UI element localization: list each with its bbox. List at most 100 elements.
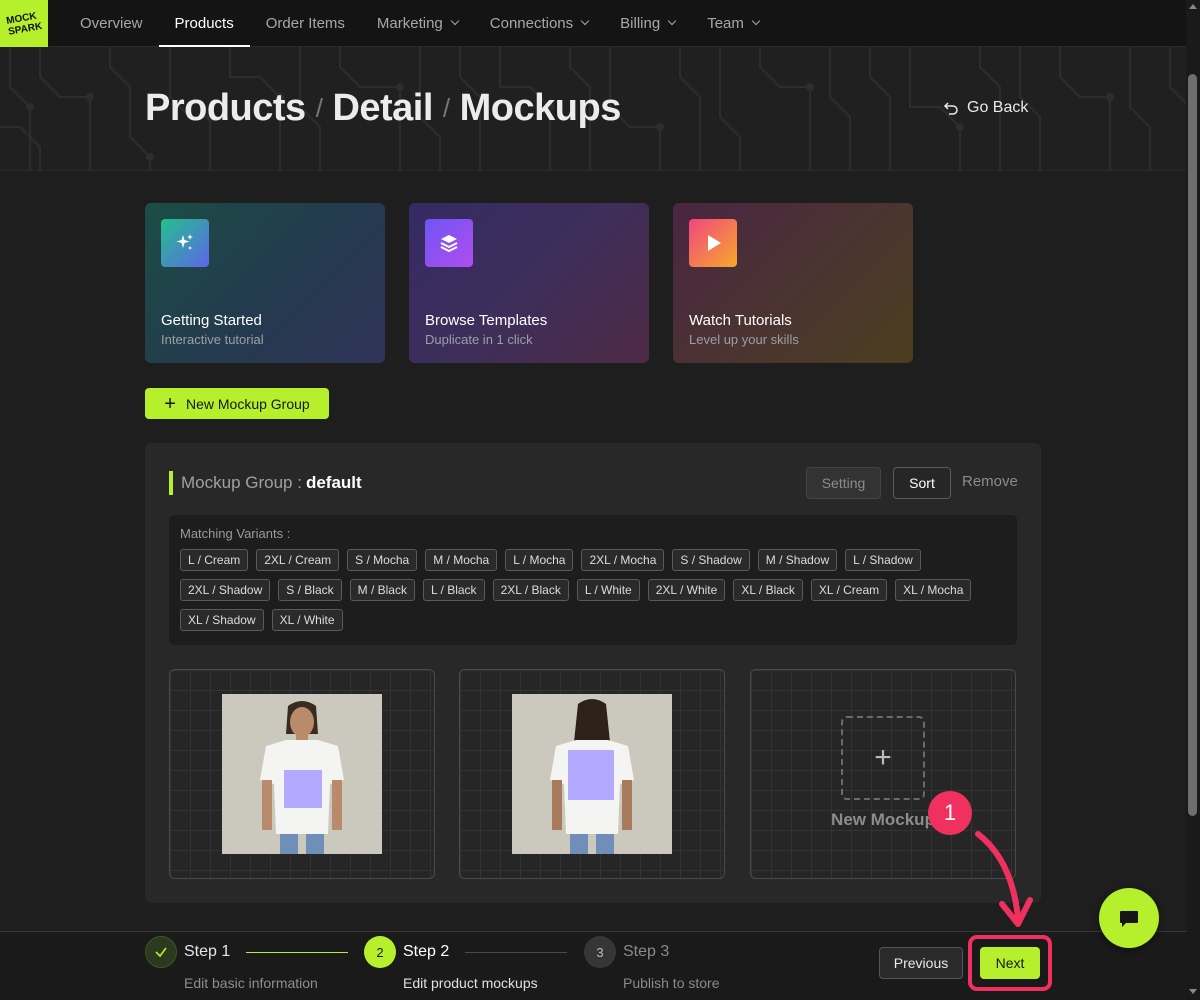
nav-item-connections[interactable]: Connections bbox=[474, 0, 604, 47]
add-mockup-icon: + bbox=[841, 716, 925, 800]
new-mockup-group-label: New Mockup Group bbox=[185, 395, 310, 412]
card-getting-started[interactable]: Getting Started Interactive tutorial bbox=[145, 203, 385, 363]
chevron-down-icon bbox=[667, 16, 677, 26]
variant-chip[interactable]: 2XL / Mocha bbox=[581, 549, 665, 571]
card-title: Browse Templates bbox=[425, 312, 548, 329]
remove-button[interactable]: Remove bbox=[962, 473, 1018, 490]
nav-item-order-items[interactable]: Order Items bbox=[250, 0, 361, 47]
variant-chip[interactable]: XL / White bbox=[271, 609, 343, 631]
variant-chip[interactable]: XL / Cream bbox=[810, 579, 888, 601]
mockup-group-panel: Mockup Group : default Setting Sort Remo… bbox=[145, 443, 1041, 903]
nav-label: Billing bbox=[620, 14, 661, 32]
chevron-down-icon bbox=[450, 16, 460, 26]
card-subtitle: Level up your skills bbox=[689, 332, 799, 347]
mockup-tile-front[interactable] bbox=[169, 669, 435, 879]
nav-label: Products bbox=[174, 14, 234, 32]
sparkles-icon bbox=[161, 219, 209, 267]
accent-bar bbox=[169, 471, 173, 495]
step-description: Publish to store bbox=[623, 975, 720, 991]
matching-variants: Matching Variants : L / Cream 2XL / Cream… bbox=[169, 515, 1017, 645]
step-description: Edit product mockups bbox=[403, 975, 538, 991]
previous-button[interactable]: Previous bbox=[879, 947, 963, 979]
card-title: Getting Started bbox=[161, 312, 262, 329]
top-navigation: MOCK SPARK Overview Products Order Items… bbox=[0, 0, 1186, 47]
layers-icon bbox=[425, 219, 473, 267]
step-connector-pending bbox=[465, 952, 567, 953]
variant-chip[interactable]: 2XL / White bbox=[647, 579, 726, 601]
sort-button[interactable]: Sort bbox=[893, 467, 951, 499]
annotation-arrow-icon bbox=[975, 831, 1033, 927]
card-browse-templates[interactable]: Browse Templates Duplicate in 1 click bbox=[409, 203, 649, 363]
variant-chip[interactable]: M / Mocha bbox=[425, 549, 498, 571]
nav-item-team[interactable]: Team bbox=[691, 0, 775, 47]
variant-chip[interactable]: S / Shadow bbox=[672, 549, 750, 571]
model-front-image bbox=[222, 694, 382, 854]
scroll-down-arrow-icon[interactable] bbox=[1189, 989, 1197, 994]
variant-chip[interactable]: 2XL / Shadow bbox=[180, 579, 271, 601]
variant-chip[interactable]: M / Black bbox=[349, 579, 415, 601]
check-icon bbox=[145, 936, 177, 968]
chevron-down-icon bbox=[580, 16, 590, 26]
breadcrumb-mockups: Mockups bbox=[459, 87, 622, 129]
page-header: Products / Detail / Mockups Go Back bbox=[0, 47, 1186, 171]
nav-label: Overview bbox=[80, 14, 143, 32]
step-number: 3 bbox=[584, 936, 616, 968]
model-back-image bbox=[512, 694, 672, 854]
mockup-group-header: Mockup Group : default bbox=[169, 471, 362, 495]
nav-label: Team bbox=[707, 14, 744, 32]
nav-item-overview[interactable]: Overview bbox=[64, 0, 159, 47]
variant-chip[interactable]: S / Black bbox=[278, 579, 342, 601]
step-title: Step 3 bbox=[623, 943, 670, 960]
variant-chip[interactable]: L / Black bbox=[422, 579, 485, 601]
variant-chip[interactable]: XL / Black bbox=[733, 579, 803, 601]
page-title: Products / Detail / Mockups bbox=[145, 87, 621, 130]
variant-chip[interactable]: L / Mocha bbox=[505, 549, 574, 571]
variant-chip[interactable]: 2XL / Cream bbox=[256, 549, 340, 571]
scroll-up-arrow-icon[interactable] bbox=[1189, 4, 1197, 9]
new-mockup-group-button[interactable]: + New Mockup Group bbox=[145, 388, 329, 419]
card-subtitle: Duplicate in 1 click bbox=[425, 332, 533, 347]
step-description: Edit basic information bbox=[184, 975, 318, 991]
mockup-image-front bbox=[222, 694, 382, 854]
chat-button[interactable] bbox=[1099, 888, 1159, 948]
nav-label: Marketing bbox=[376, 14, 443, 32]
logo-mark: MOCK SPARK bbox=[6, 11, 44, 38]
variant-chip[interactable]: XL / Mocha bbox=[895, 579, 972, 601]
mockup-group-name: default bbox=[305, 473, 362, 492]
variant-chip[interactable]: L / White bbox=[576, 579, 640, 601]
variant-chip[interactable]: S / Mocha bbox=[347, 549, 418, 571]
go-back-button[interactable]: Go Back bbox=[943, 99, 1028, 117]
breadcrumb-detail[interactable]: Detail bbox=[332, 87, 433, 130]
chevron-down-icon bbox=[751, 16, 761, 26]
step-title: Step 2 bbox=[403, 943, 450, 960]
variant-chip[interactable]: XL / Shadow bbox=[180, 609, 264, 631]
matching-variants-label: Matching Variants : bbox=[180, 526, 291, 541]
setting-button[interactable]: Setting bbox=[806, 467, 881, 499]
undo-arrow-icon bbox=[943, 102, 958, 115]
mockup-group-label: Mockup Group : bbox=[181, 473, 302, 492]
card-watch-tutorials[interactable]: Watch Tutorials Level up your skills bbox=[673, 203, 913, 363]
mockup-image-back bbox=[512, 694, 672, 854]
variant-chip[interactable]: 2XL / Black bbox=[492, 579, 569, 601]
play-icon bbox=[689, 219, 737, 267]
nav-item-marketing[interactable]: Marketing bbox=[361, 0, 474, 47]
variant-chips: L / Cream 2XL / Cream S / Mocha M / Mocha L … bbox=[180, 549, 980, 639]
next-button[interactable]: Next bbox=[980, 947, 1040, 979]
step-connector-complete bbox=[246, 952, 348, 953]
breadcrumb-products[interactable]: Products bbox=[145, 87, 306, 130]
variant-chip[interactable]: M / Shadow bbox=[757, 549, 838, 571]
plus-icon: + bbox=[164, 392, 176, 415]
variant-chip[interactable]: L / Cream bbox=[180, 549, 249, 571]
go-back-label: Go Back bbox=[967, 99, 1029, 116]
mockup-tile-back[interactable] bbox=[459, 669, 725, 879]
nav-item-billing[interactable]: Billing bbox=[604, 0, 691, 47]
card-subtitle: Interactive tutorial bbox=[161, 332, 264, 347]
mockspark-logo[interactable]: MOCK SPARK bbox=[0, 0, 48, 47]
variant-chip[interactable]: L / Shadow bbox=[845, 549, 921, 571]
step-number: 2 bbox=[364, 936, 396, 968]
nav-item-products[interactable]: Products bbox=[158, 0, 250, 47]
card-title: Watch Tutorials bbox=[689, 312, 792, 329]
scrollbar-thumb[interactable] bbox=[1188, 74, 1197, 816]
nav-items: Overview Products Order Items Marketing … bbox=[64, 0, 775, 47]
breadcrumb-separator: / bbox=[442, 93, 450, 123]
